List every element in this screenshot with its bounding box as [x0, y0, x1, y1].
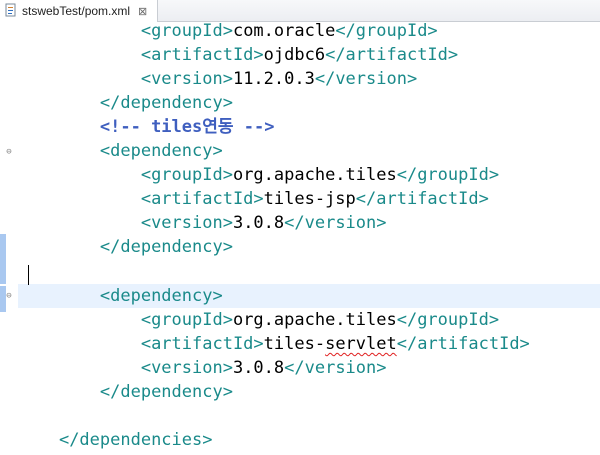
- fold-marker-icon[interactable]: ⊖: [5, 292, 13, 301]
- code-line: </dependency>: [99, 93, 233, 113]
- code-line: <groupId>org.apache.tiles</groupId>: [140, 165, 500, 185]
- code-line: <artifactId>tiles-jsp</artifactId>: [140, 189, 489, 209]
- code-line: </dependency>: [99, 382, 233, 402]
- current-code-line: <dependency>: [18, 284, 600, 308]
- tab-title: stswebTest/pom.xml: [22, 4, 131, 18]
- code-line: <version>3.0.8</version>: [140, 358, 387, 378]
- code-line: <groupId>com.oracle</groupId>: [140, 22, 438, 41]
- code-line: <version>3.0.8</version>: [140, 213, 387, 233]
- editor-tab-bar: stswebTest/pom.xml ⊠: [0, 0, 600, 22]
- close-icon[interactable]: ⊠: [138, 5, 147, 18]
- code-line: <dependency>: [99, 141, 223, 161]
- code-line: </dependencies>: [58, 430, 213, 450]
- fold-marker-icon[interactable]: ⊖: [5, 148, 13, 157]
- code-line: <artifactId>tiles-servlet</artifactId>: [140, 334, 530, 354]
- change-marker: [0, 234, 6, 284]
- tab-pom-xml[interactable]: stswebTest/pom.xml ⊠: [0, 0, 159, 22]
- xml-file-icon: [4, 3, 18, 20]
- code-line: </dependency>: [99, 237, 233, 257]
- xml-comment: <!-- tiles연동 -->: [99, 117, 275, 137]
- text-caret: [28, 265, 29, 285]
- code-line: <!-- tiles연동 -->: [18, 115, 600, 139]
- xml-editor-window: stswebTest/pom.xml ⊠ ⊖ ⊖ <groupId>com.or…: [0, 0, 600, 455]
- code-line: <artifactId>ojdbc6</artifactId>: [140, 45, 459, 65]
- code-editor[interactable]: <groupId>com.oracle</groupId> <artifactI…: [18, 22, 600, 455]
- change-marker: [0, 286, 6, 312]
- editor-gutter: ⊖ ⊖: [0, 22, 18, 455]
- code-line: <version>11.2.0.3</version>: [140, 69, 418, 89]
- code-line: <groupId>org.apache.tiles</groupId>: [140, 310, 500, 330]
- spelling-error: servlet: [325, 334, 397, 354]
